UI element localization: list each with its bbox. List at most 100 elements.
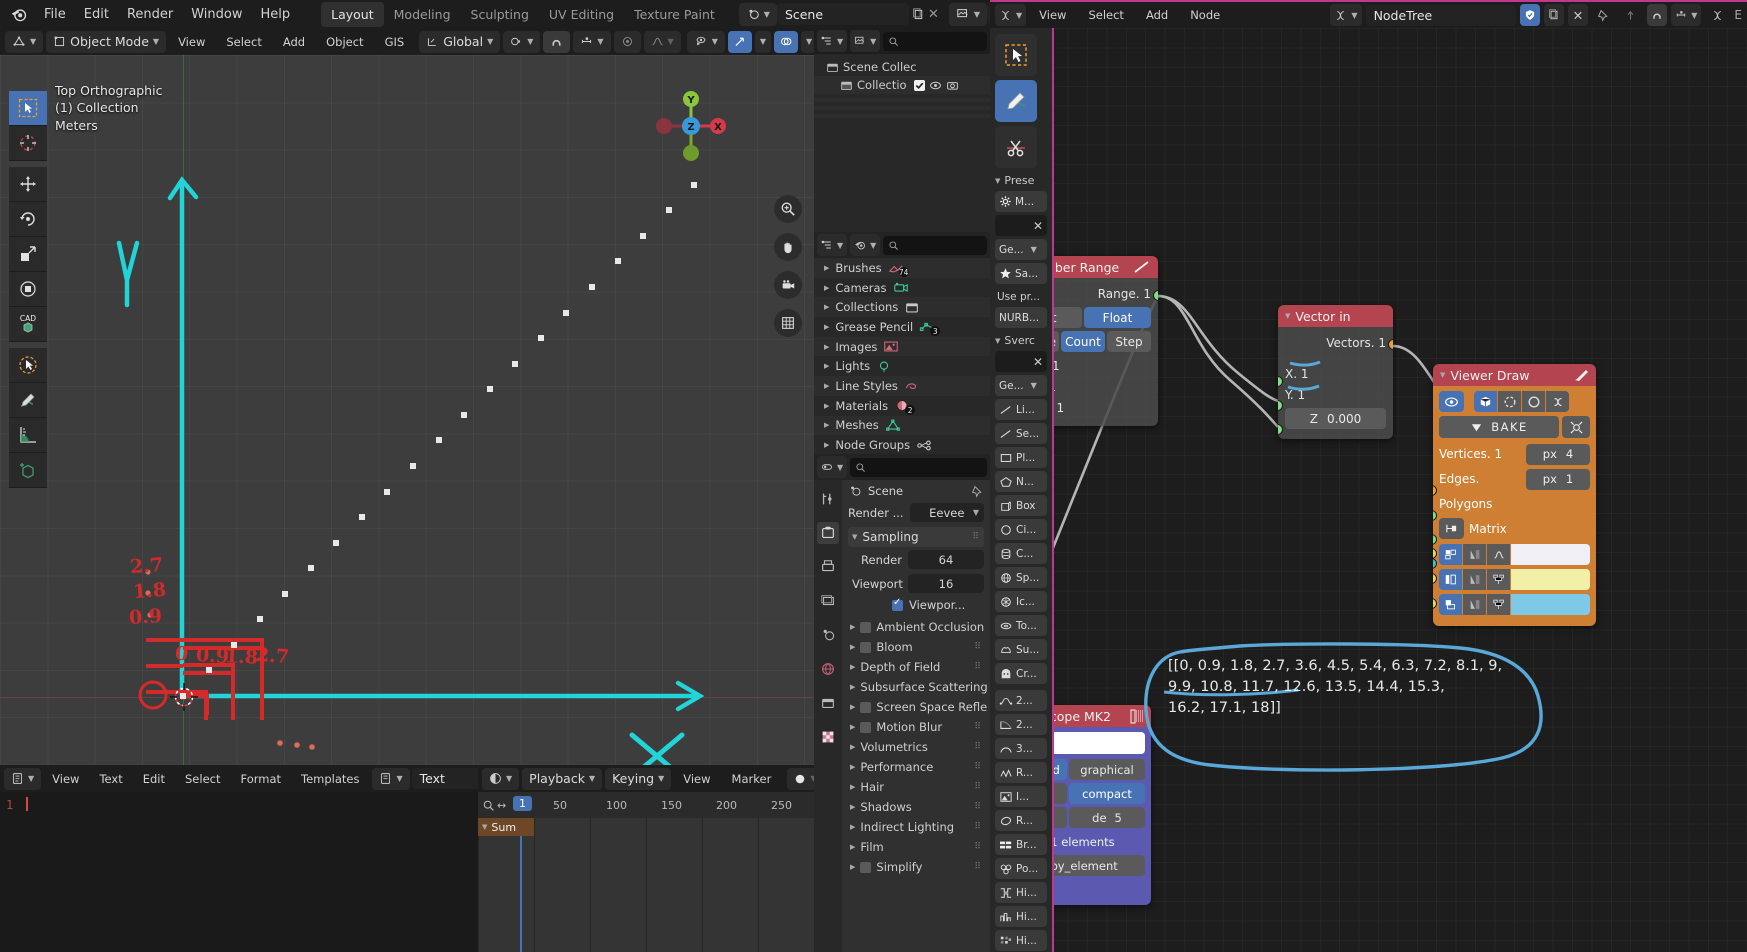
chevron-right-icon[interactable]: ▶ [824, 382, 829, 390]
zoom-icon[interactable] [774, 195, 802, 223]
vector-in-node-header[interactable]: ▼ Vector in [1278, 305, 1393, 327]
text-menu-edit[interactable]: Edit [134, 769, 174, 789]
nodetree-type-icon[interactable]: ▼ [1330, 4, 1362, 26]
pan-hand-icon[interactable] [774, 233, 802, 261]
viewer-draw-node-header[interactable]: ▼ Viewer Draw [1433, 364, 1596, 386]
properties-section-row[interactable]: ▶ Volumetrics ⠿ [848, 737, 984, 757]
scene-selector-icon[interactable]: ▼ [738, 2, 777, 26]
sidebar-node-item[interactable]: 2... [995, 714, 1047, 735]
tool-rotate[interactable] [9, 202, 47, 237]
blendfile-row[interactable]: ▶ Collections [814, 297, 990, 318]
bake-target-icon[interactable] [1562, 416, 1590, 438]
properties-search-input[interactable] [850, 457, 987, 477]
sidebar-generators-dropdown[interactable]: Ge... ▼ [995, 375, 1047, 396]
node-menu-add[interactable]: Add [1137, 5, 1177, 25]
socket-vertices-in[interactable] [1433, 485, 1437, 496]
timeline-ruler[interactable]: ↔ 1 50 100 150 200 250 [478, 792, 814, 818]
properties-tab-viewlayer[interactable] [817, 590, 839, 612]
properties-tab-tool[interactable] [817, 488, 839, 510]
tool-cursor[interactable] [9, 126, 47, 161]
nodetree-name-field[interactable]: NodeTree [1365, 4, 1516, 26]
number-range-step-button[interactable]: Step [1107, 331, 1151, 352]
color-shade-icon[interactable] [1463, 543, 1486, 565]
blendfile-mode-icon[interactable]: ▼ [850, 234, 881, 256]
color-swatch[interactable] [1511, 593, 1590, 615]
viewlayer-selector-icon[interactable]: ▼ [948, 2, 987, 26]
sidebar-node-item[interactable]: Ci... [995, 519, 1047, 540]
properties-tab-world[interactable] [817, 658, 839, 680]
tool-annotate[interactable] [9, 383, 47, 418]
chevron-right-icon[interactable]: ▶ [850, 743, 855, 751]
properties-tab-scene[interactable] [817, 624, 839, 646]
sampling-viewport-field[interactable]: 16 [908, 574, 984, 593]
sidebar-node-item[interactable]: R... [995, 810, 1047, 831]
chevron-right-icon[interactable]: ▶ [824, 362, 829, 370]
blendfile-row[interactable]: ▶ Lights [814, 356, 990, 376]
transform-orientation-selector[interactable]: Global ▼ [419, 30, 501, 53]
socket-range-out[interactable] [1153, 290, 1158, 301]
properties-tab-texture[interactable] [817, 726, 839, 748]
proportional-falloff-selector[interactable]: ▼ [643, 30, 681, 53]
editor-type-3dview-icon[interactable]: ▼ [5, 30, 44, 53]
viewport-canvas[interactable]: Top Orthographic (1) Collection Meters 2… [0, 55, 814, 765]
node-parent-up-icon[interactable] [1624, 9, 1637, 22]
sidebar-node-list-2[interactable]: 2... 2... 3... R... I... R... Br... Po... Hi... H… [995, 690, 1047, 952]
properties-tab-collection[interactable] [817, 692, 839, 714]
outliner-icon[interactable]: ▼ [817, 30, 848, 52]
properties-section-row[interactable]: ▶ Bloom ⠿ [848, 637, 984, 657]
properties-icon[interactable]: ▼ [817, 456, 848, 478]
compact-button[interactable]: compact [1069, 783, 1145, 804]
menu-edit[interactable]: Edit [75, 4, 118, 25]
sidebar-node-item[interactable]: 3... [995, 738, 1047, 759]
outliner-row-scene-collection[interactable]: Scene Collec [814, 58, 990, 76]
socket-edges-in[interactable] [1433, 510, 1437, 521]
workspace-tab-uv-editing[interactable]: UV Editing [539, 2, 624, 27]
socket-color-in[interactable] [1433, 598, 1437, 609]
object-visibility-selector[interactable]: ▼ [686, 30, 725, 53]
fake-user-shield-icon[interactable] [1519, 4, 1540, 26]
viewport-menu-select[interactable]: Select [217, 32, 270, 52]
blendfile-outliner-icon[interactable]: ▼ [817, 234, 848, 256]
pin-icon[interactable] [971, 485, 984, 498]
chevron-right-icon[interactable]: ▶ [850, 623, 855, 631]
sidebar-node-list[interactable]: Li... Se... Pl... N... Box Ci... C... Sp... Ic..… [995, 399, 1047, 684]
outliner-tree[interactable]: Scene Collec Collectio [814, 54, 990, 118]
tool-move[interactable] [9, 167, 47, 202]
close-icon[interactable]: ✕ [1033, 219, 1043, 233]
blendfile-rows[interactable]: ▶ Brushes 74 ▶ Cameras ▶ Collections ▶ Grease Pe… [814, 258, 990, 455]
sidebar-node-item[interactable]: Ic... [995, 591, 1047, 612]
chevron-right-icon[interactable]: ▶ [850, 783, 855, 791]
surface-icon[interactable] [1546, 391, 1569, 412]
overlays-toggle[interactable] [774, 30, 798, 53]
workspace-tab-modeling[interactable]: Modeling [384, 2, 461, 27]
node-snap-settings[interactable]: ▼ [1671, 4, 1702, 26]
properties-section-row[interactable]: ▶ Indirect Lighting ⠿ [848, 817, 984, 837]
properties-section-row[interactable]: ▶Screen Space Refle⠿ [848, 697, 987, 717]
gizmo-settings[interactable]: ▼ [754, 30, 771, 53]
node-overlay-icon[interactable] [1711, 9, 1724, 22]
properties-section-row[interactable]: ▶Ambient Occlusion⠿ [848, 617, 990, 637]
node-canvas[interactable]: ▼ Number Range Range. 1 Int Float [990, 28, 1747, 952]
color-shade-icon[interactable] [1463, 593, 1486, 615]
blendfile-search-input[interactable] [883, 235, 987, 255]
properties-tab-render[interactable] [817, 522, 839, 544]
faces-icon[interactable] [1522, 391, 1545, 412]
scene-close-icon[interactable]: ✕ [928, 7, 939, 22]
sidebar-presets-header[interactable]: ▼ Prese [995, 174, 1047, 187]
sampling-render-field[interactable]: 64 [908, 550, 984, 569]
chevron-down-icon[interactable]: ▼ [1285, 312, 1290, 320]
color-curve-icon[interactable] [1487, 593, 1510, 615]
workspace-tab-sculpting[interactable]: Sculpting [461, 2, 539, 27]
text-editor-icon[interactable]: ▼ [4, 767, 42, 790]
color-layout-icon[interactable] [1439, 543, 1462, 565]
node-extra-icon[interactable]: E [1734, 8, 1742, 22]
close-icon[interactable]: ✕ [1033, 355, 1043, 369]
depth-field[interactable]: de 5 [1069, 807, 1145, 828]
keying-dropdown[interactable]: Keying ▼ [605, 767, 672, 790]
menu-file[interactable]: File [35, 4, 75, 25]
sampling-denoise-row[interactable]: Viewpor... [848, 597, 984, 612]
sidebar-node-item[interactable]: R... [995, 762, 1047, 783]
snap-settings[interactable]: ▼ [573, 30, 611, 53]
navigation-gizmo[interactable]: Y X Z [650, 85, 732, 167]
menu-render[interactable]: Render [118, 4, 182, 25]
